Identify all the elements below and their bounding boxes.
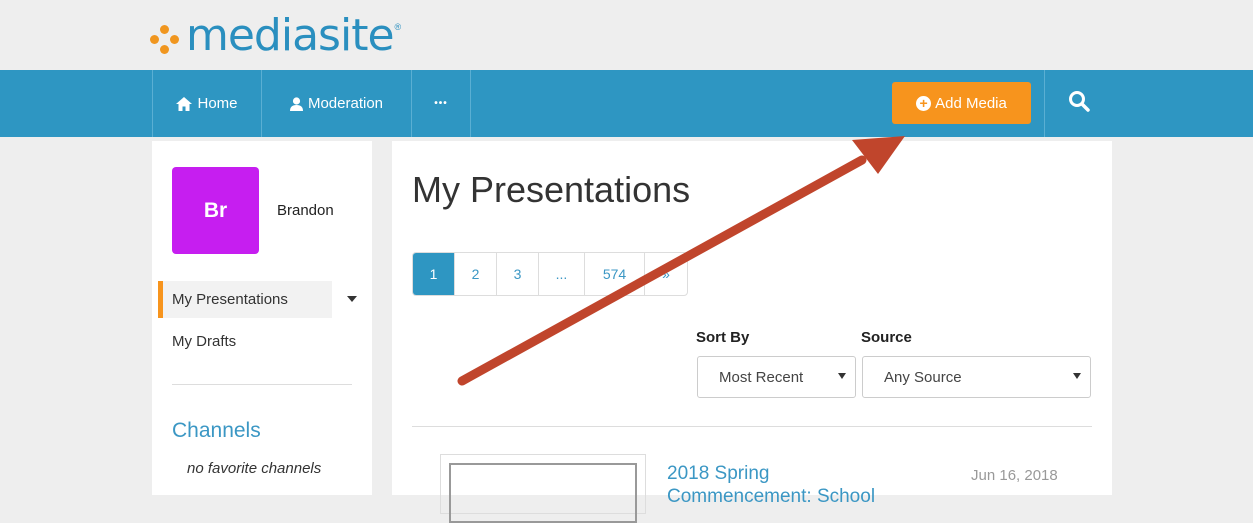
user-name: Brandon: [277, 202, 334, 219]
presentation-thumbnail[interactable]: [440, 454, 646, 523]
plus-circle-icon: +: [916, 95, 932, 111]
source-label: Source: [861, 329, 912, 346]
mediasite-logo[interactable]: mediasite ®: [150, 8, 401, 64]
more-icon: •••: [434, 98, 448, 109]
thumbnail-frame: [449, 463, 637, 523]
nav-moderation[interactable]: Moderation: [261, 70, 411, 137]
dropdown-arrow-icon: [1073, 373, 1081, 379]
sort-by-value: Most Recent: [719, 368, 804, 386]
page-3[interactable]: 3: [497, 253, 539, 295]
nav-moderation-label: Moderation: [307, 95, 384, 112]
search-icon: [1068, 90, 1090, 117]
home-icon: [176, 96, 193, 111]
no-favorite-channels-text: no favorite channels: [187, 460, 322, 477]
page-2[interactable]: 2: [455, 253, 497, 295]
add-media-button[interactable]: + Add Media: [892, 82, 1031, 124]
logo-dots-icon: [150, 25, 180, 55]
source-select[interactable]: Any Source: [862, 356, 1091, 398]
sort-by-select[interactable]: Most Recent: [697, 356, 856, 398]
avatar-initials: Br: [203, 198, 228, 222]
search-button[interactable]: [1044, 70, 1113, 137]
presentation-title-link[interactable]: 2018 Spring Commencement: School: [667, 462, 917, 508]
avatar[interactable]: Br: [172, 167, 259, 254]
logo-registered-mark: ®: [394, 22, 402, 32]
channels-heading: Channels: [172, 419, 261, 442]
page-ellipsis[interactable]: ...: [539, 253, 585, 295]
sidebar-item-my-presentations[interactable]: My Presentations: [172, 291, 288, 308]
nav-home[interactable]: Home: [152, 70, 261, 137]
user-icon: [289, 96, 303, 111]
page-574[interactable]: 574: [585, 253, 645, 295]
logo-wordmark: mediasite: [186, 10, 395, 61]
presentation-date: Jun 16, 2018: [971, 467, 1058, 484]
sidebar-divider: [172, 384, 352, 385]
nav-home-label: Home: [197, 95, 238, 112]
source-value: Any Source: [884, 368, 962, 386]
pagination: 1 2 3 ... 574 »: [412, 252, 688, 296]
top-navbar: Home Moderation ••• + Add Media: [0, 70, 1253, 137]
chevron-down-icon[interactable]: [347, 296, 357, 302]
navbar-inner: Home Moderation ••• + Add Media: [152, 70, 1112, 137]
add-media-label: Add Media: [935, 94, 1007, 112]
page-1[interactable]: 1: [413, 253, 455, 295]
sort-by-label: Sort By: [696, 329, 750, 346]
content-divider: [412, 426, 1092, 427]
dropdown-arrow-icon: [838, 373, 846, 379]
page-title: My Presentations: [412, 169, 691, 210]
nav-more[interactable]: •••: [411, 70, 471, 137]
page-next[interactable]: »: [645, 253, 687, 295]
sidebar: Br Brandon My Presentations My Drafts Ch…: [152, 141, 372, 495]
main-content: My Presentations 1 2 3 ... 574 » Sort By…: [392, 141, 1112, 523]
sidebar-item-my-drafts[interactable]: My Drafts: [172, 333, 236, 350]
